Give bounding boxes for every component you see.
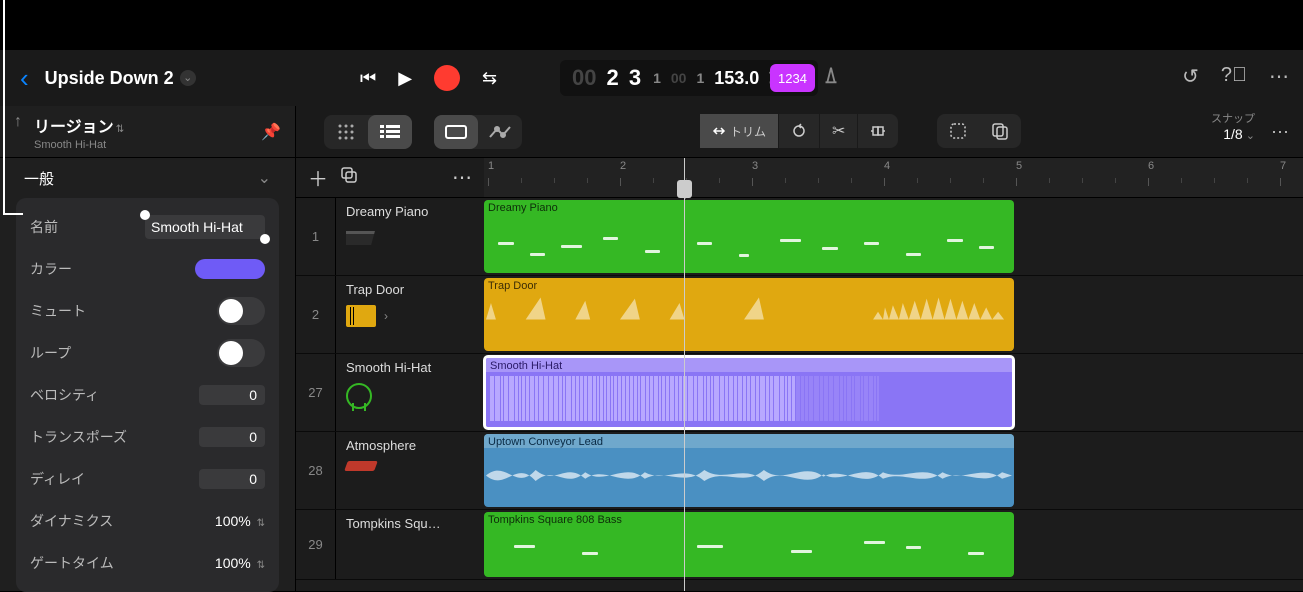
toolbar-more-button[interactable]: ⋯ bbox=[1271, 122, 1289, 143]
selection-handle[interactable] bbox=[260, 234, 270, 244]
view-mode-segment bbox=[324, 115, 412, 149]
tracks-view-button[interactable] bbox=[368, 115, 412, 149]
prop-gate: ゲートタイム 100% ⇅ bbox=[16, 542, 279, 584]
track-number[interactable]: 27 bbox=[296, 354, 336, 431]
pin-icon[interactable]: 📌 bbox=[261, 122, 281, 142]
region[interactable]: Trap Door bbox=[484, 278, 1014, 351]
region[interactable]: Uptown Conveyor Lead bbox=[484, 434, 1014, 507]
loop-switch[interactable] bbox=[217, 339, 265, 367]
disclosure-icon[interactable]: › bbox=[384, 309, 388, 323]
name-input[interactable] bbox=[145, 215, 265, 239]
prop-color: カラー bbox=[16, 248, 279, 290]
inspector-title[interactable]: リージョン bbox=[34, 119, 114, 136]
delay-value[interactable]: 0 bbox=[199, 469, 265, 489]
inspector-header: ↑ リージョン⇅ Smooth Hi-Hat 📌 bbox=[0, 106, 295, 158]
record-button[interactable] bbox=[434, 65, 460, 91]
lcd-beats: 1 bbox=[653, 70, 661, 86]
track-row: 27 Smooth Hi-Hat Smooth Hi-Hat bbox=[296, 354, 1303, 432]
track-header[interactable]: Tompkins Squ… bbox=[336, 510, 484, 579]
duplicate-track-button[interactable] bbox=[340, 166, 358, 190]
inspector-panel: ↑ リージョン⇅ Smooth Hi-Hat 📌 一般 ⌄ 名前 bbox=[0, 106, 296, 591]
edit-tools: トリム ✂ bbox=[700, 114, 898, 148]
move-tool-button[interactable] bbox=[858, 114, 898, 148]
metronome-button[interactable] bbox=[820, 64, 842, 92]
track-header[interactable]: Atmosphere bbox=[336, 432, 484, 509]
prop-mute: ミュート bbox=[16, 290, 279, 332]
track-number[interactable]: 1 bbox=[296, 198, 336, 275]
count-in-button[interactable]: 1234 bbox=[770, 64, 815, 92]
dynamics-value[interactable]: 100% ⇅ bbox=[195, 513, 265, 529]
cycle-button[interactable]: ⇆ bbox=[482, 68, 497, 89]
grid-view-button[interactable] bbox=[324, 115, 368, 149]
undo-button[interactable]: ↺ bbox=[1182, 64, 1199, 89]
help-button[interactable]: ?⃝ bbox=[1221, 64, 1247, 89]
track-more-button[interactable]: ⋯ bbox=[452, 165, 472, 190]
keyboard-icon bbox=[344, 461, 378, 471]
tracks-container: 1 Dreamy Piano Dreamy Piano bbox=[296, 198, 1303, 591]
track-row: 28 Atmosphere Uptown Conveyor Lead bbox=[296, 432, 1303, 510]
color-swatch[interactable] bbox=[195, 259, 265, 279]
automation-view-button[interactable] bbox=[478, 115, 522, 149]
prop-name: 名前 bbox=[16, 206, 279, 248]
piano-icon bbox=[346, 227, 376, 251]
selection-handle[interactable] bbox=[140, 210, 150, 220]
playhead-handle[interactable] bbox=[677, 180, 692, 198]
chevron-down-icon: ⌄ bbox=[258, 168, 271, 188]
playhead[interactable] bbox=[684, 158, 685, 591]
snap-control[interactable]: スナップ 1/8 ⌄ bbox=[1211, 110, 1255, 142]
prop-transpose: トランスポーズ 0 bbox=[16, 416, 279, 458]
add-track-button[interactable]: ＋ bbox=[308, 163, 328, 192]
track-header[interactable]: Trap Door › bbox=[336, 276, 484, 353]
more-menu-button[interactable]: ⋯ bbox=[1269, 64, 1289, 89]
title-menu-button[interactable]: ⌄ bbox=[180, 70, 196, 86]
track-number[interactable]: 29 bbox=[296, 510, 336, 579]
prop-delay: ディレイ 0 bbox=[16, 458, 279, 500]
lcd-tempo: 153.0 bbox=[714, 68, 759, 89]
loop-tool-button[interactable] bbox=[779, 114, 820, 148]
track-area: ＋ ⋯ 1 2 3 4 5 6 7 bbox=[296, 158, 1303, 591]
track-row: 29 Tompkins Squ… Tompkins Square 808 Bas… bbox=[296, 510, 1303, 580]
track-row: 2 Trap Door › Trap Door bbox=[296, 276, 1303, 354]
transport-controls: ⏮ ▶ ⇆ bbox=[360, 50, 497, 106]
top-bar: ‹ Upside Down 2 ⌄ ⏮ ▶ ⇆ 00 2 3 1 00 1 15… bbox=[0, 50, 1303, 106]
split-tool-button[interactable]: ✂ bbox=[820, 114, 858, 148]
track-row: 1 Dreamy Piano Dreamy Piano bbox=[296, 198, 1303, 276]
gate-value[interactable]: 100% ⇅ bbox=[195, 555, 265, 571]
track-number[interactable]: 28 bbox=[296, 432, 336, 509]
lcd-bars: 2 3 bbox=[606, 65, 643, 91]
region-selected[interactable]: Smooth Hi-Hat bbox=[484, 356, 1014, 429]
prop-loop: ループ bbox=[16, 332, 279, 374]
drumpad-icon bbox=[346, 305, 376, 327]
track-header[interactable]: Dreamy Piano bbox=[336, 198, 484, 275]
track-header[interactable]: Smooth Hi-Hat bbox=[336, 354, 484, 431]
back-button[interactable]: ‹ bbox=[12, 63, 37, 94]
inspector-up-icon[interactable]: ↑ bbox=[14, 113, 22, 131]
mute-switch[interactable] bbox=[217, 297, 265, 325]
play-button[interactable]: ▶ bbox=[398, 68, 412, 89]
prop-velocity: ベロシティ 0 bbox=[16, 374, 279, 416]
timeline-ruler[interactable]: 1 2 3 4 5 6 7 bbox=[484, 158, 1303, 198]
region-view-segment bbox=[434, 115, 522, 149]
region[interactable]: Tompkins Square 808 Bass bbox=[484, 512, 1014, 577]
section-general-header[interactable]: 一般 ⌄ bbox=[0, 158, 295, 198]
transpose-value[interactable]: 0 bbox=[199, 427, 265, 447]
inspector-subtitle: Smooth Hi-Hat bbox=[34, 139, 124, 151]
prev-button[interactable]: ⏮ bbox=[360, 68, 376, 89]
region-rect-button[interactable] bbox=[434, 115, 478, 149]
marquee-tool-button[interactable] bbox=[937, 114, 979, 148]
trim-tool-button[interactable]: トリム bbox=[700, 114, 779, 148]
headphone-icon bbox=[346, 383, 372, 409]
copy-tool-button[interactable] bbox=[979, 114, 1021, 148]
project-title[interactable]: Upside Down 2 bbox=[45, 68, 174, 89]
select-tools bbox=[937, 114, 1021, 148]
track-number[interactable]: 2 bbox=[296, 276, 336, 353]
prop-dynamics: ダイナミクス 100% ⇅ bbox=[16, 500, 279, 542]
velocity-value[interactable]: 0 bbox=[199, 385, 265, 405]
region[interactable]: Dreamy Piano bbox=[484, 200, 1014, 273]
lcd-division: 1 bbox=[696, 70, 704, 86]
